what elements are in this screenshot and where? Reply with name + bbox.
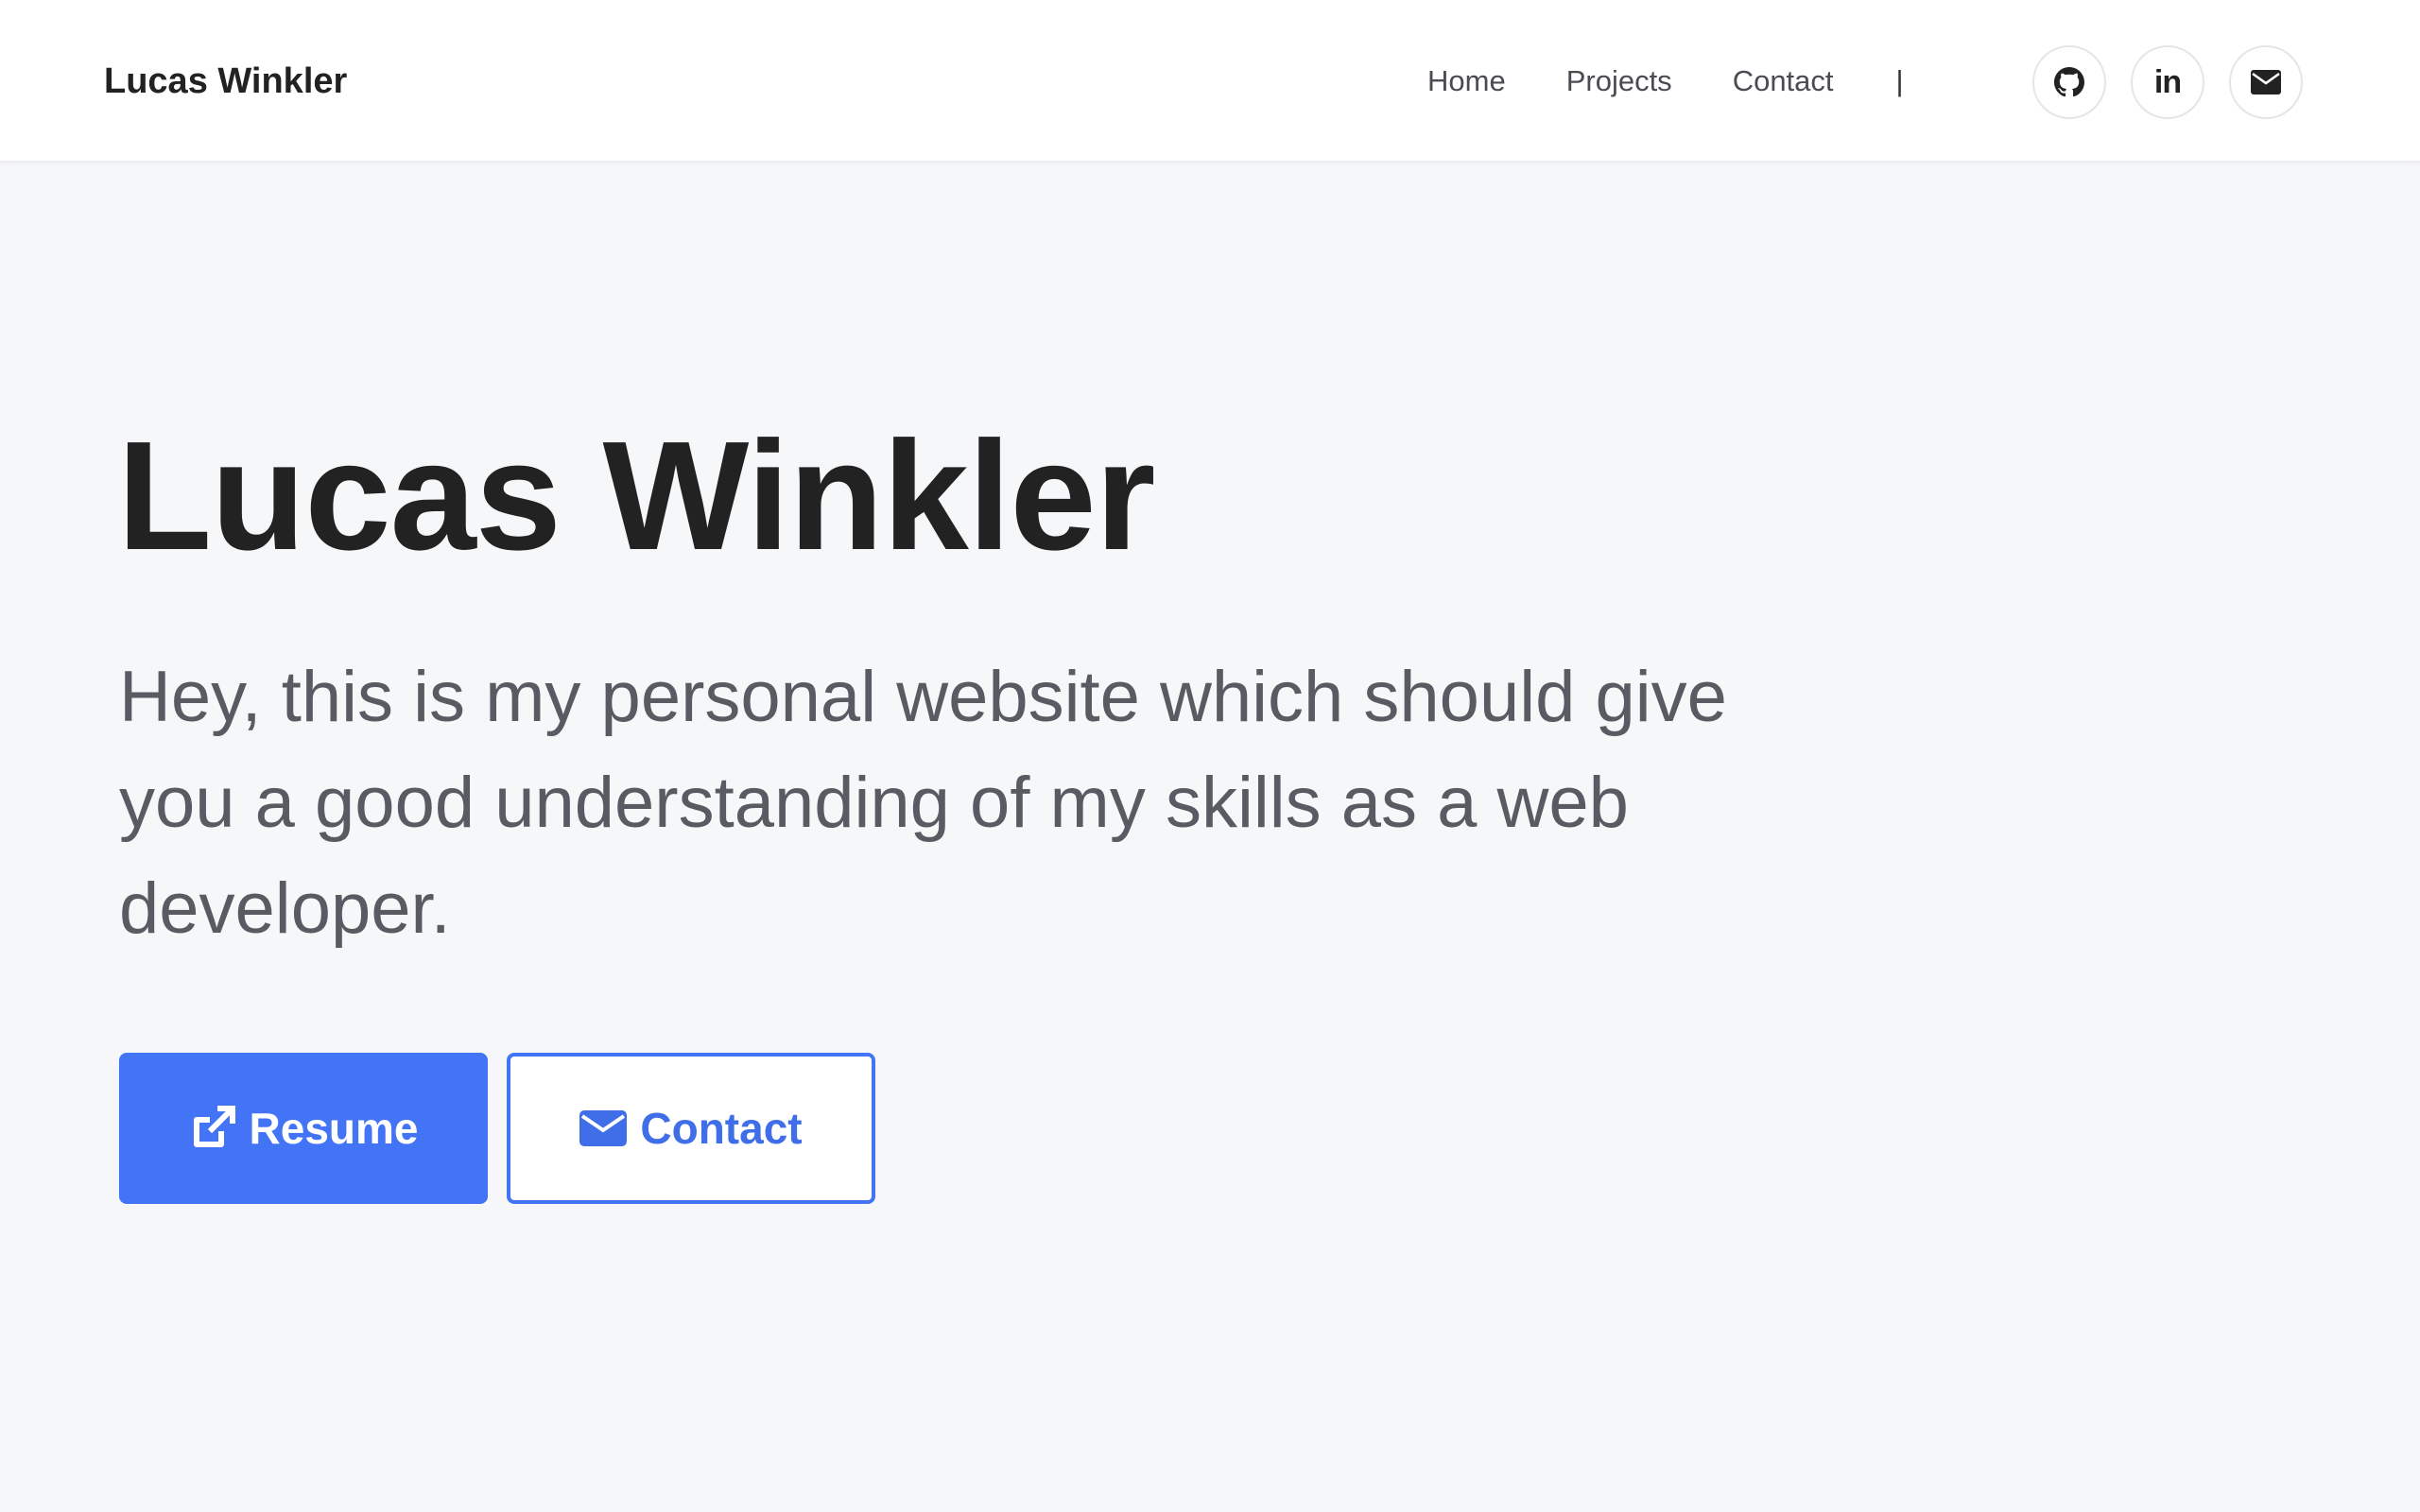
nav-link-home[interactable]: Home: [1427, 64, 1506, 98]
nav-link-contact[interactable]: Contact: [1733, 64, 1834, 98]
github-button[interactable]: [2032, 45, 2106, 119]
nav-link-projects[interactable]: Projects: [1566, 64, 1672, 98]
envelope-icon: [2251, 70, 2281, 94]
linkedin-button[interactable]: in: [2131, 45, 2204, 119]
envelope-icon: [579, 1110, 628, 1146]
nav-links: Home Projects Contact |: [1427, 55, 1904, 108]
contact-button[interactable]: Contact: [507, 1053, 875, 1204]
email-button[interactable]: [2229, 45, 2303, 119]
external-link-icon: [189, 1105, 236, 1152]
hero-description: Hey, this is my personal website which s…: [119, 657, 1727, 949]
resume-button[interactable]: Resume: [119, 1053, 488, 1204]
resume-button-label: Resume: [249, 1104, 419, 1153]
nav-separator: |: [1895, 64, 1904, 97]
hero-title: Lucas Winkler: [117, 409, 1155, 582]
github-icon: [2054, 67, 2084, 97]
contact-button-label: Contact: [640, 1104, 803, 1153]
brand-name[interactable]: Lucas Winkler: [104, 55, 347, 108]
navbar: Lucas Winkler Home Projects Contact | in: [0, 0, 2420, 163]
social-links: in: [2032, 45, 2327, 119]
linkedin-icon: in: [2153, 63, 2182, 100]
